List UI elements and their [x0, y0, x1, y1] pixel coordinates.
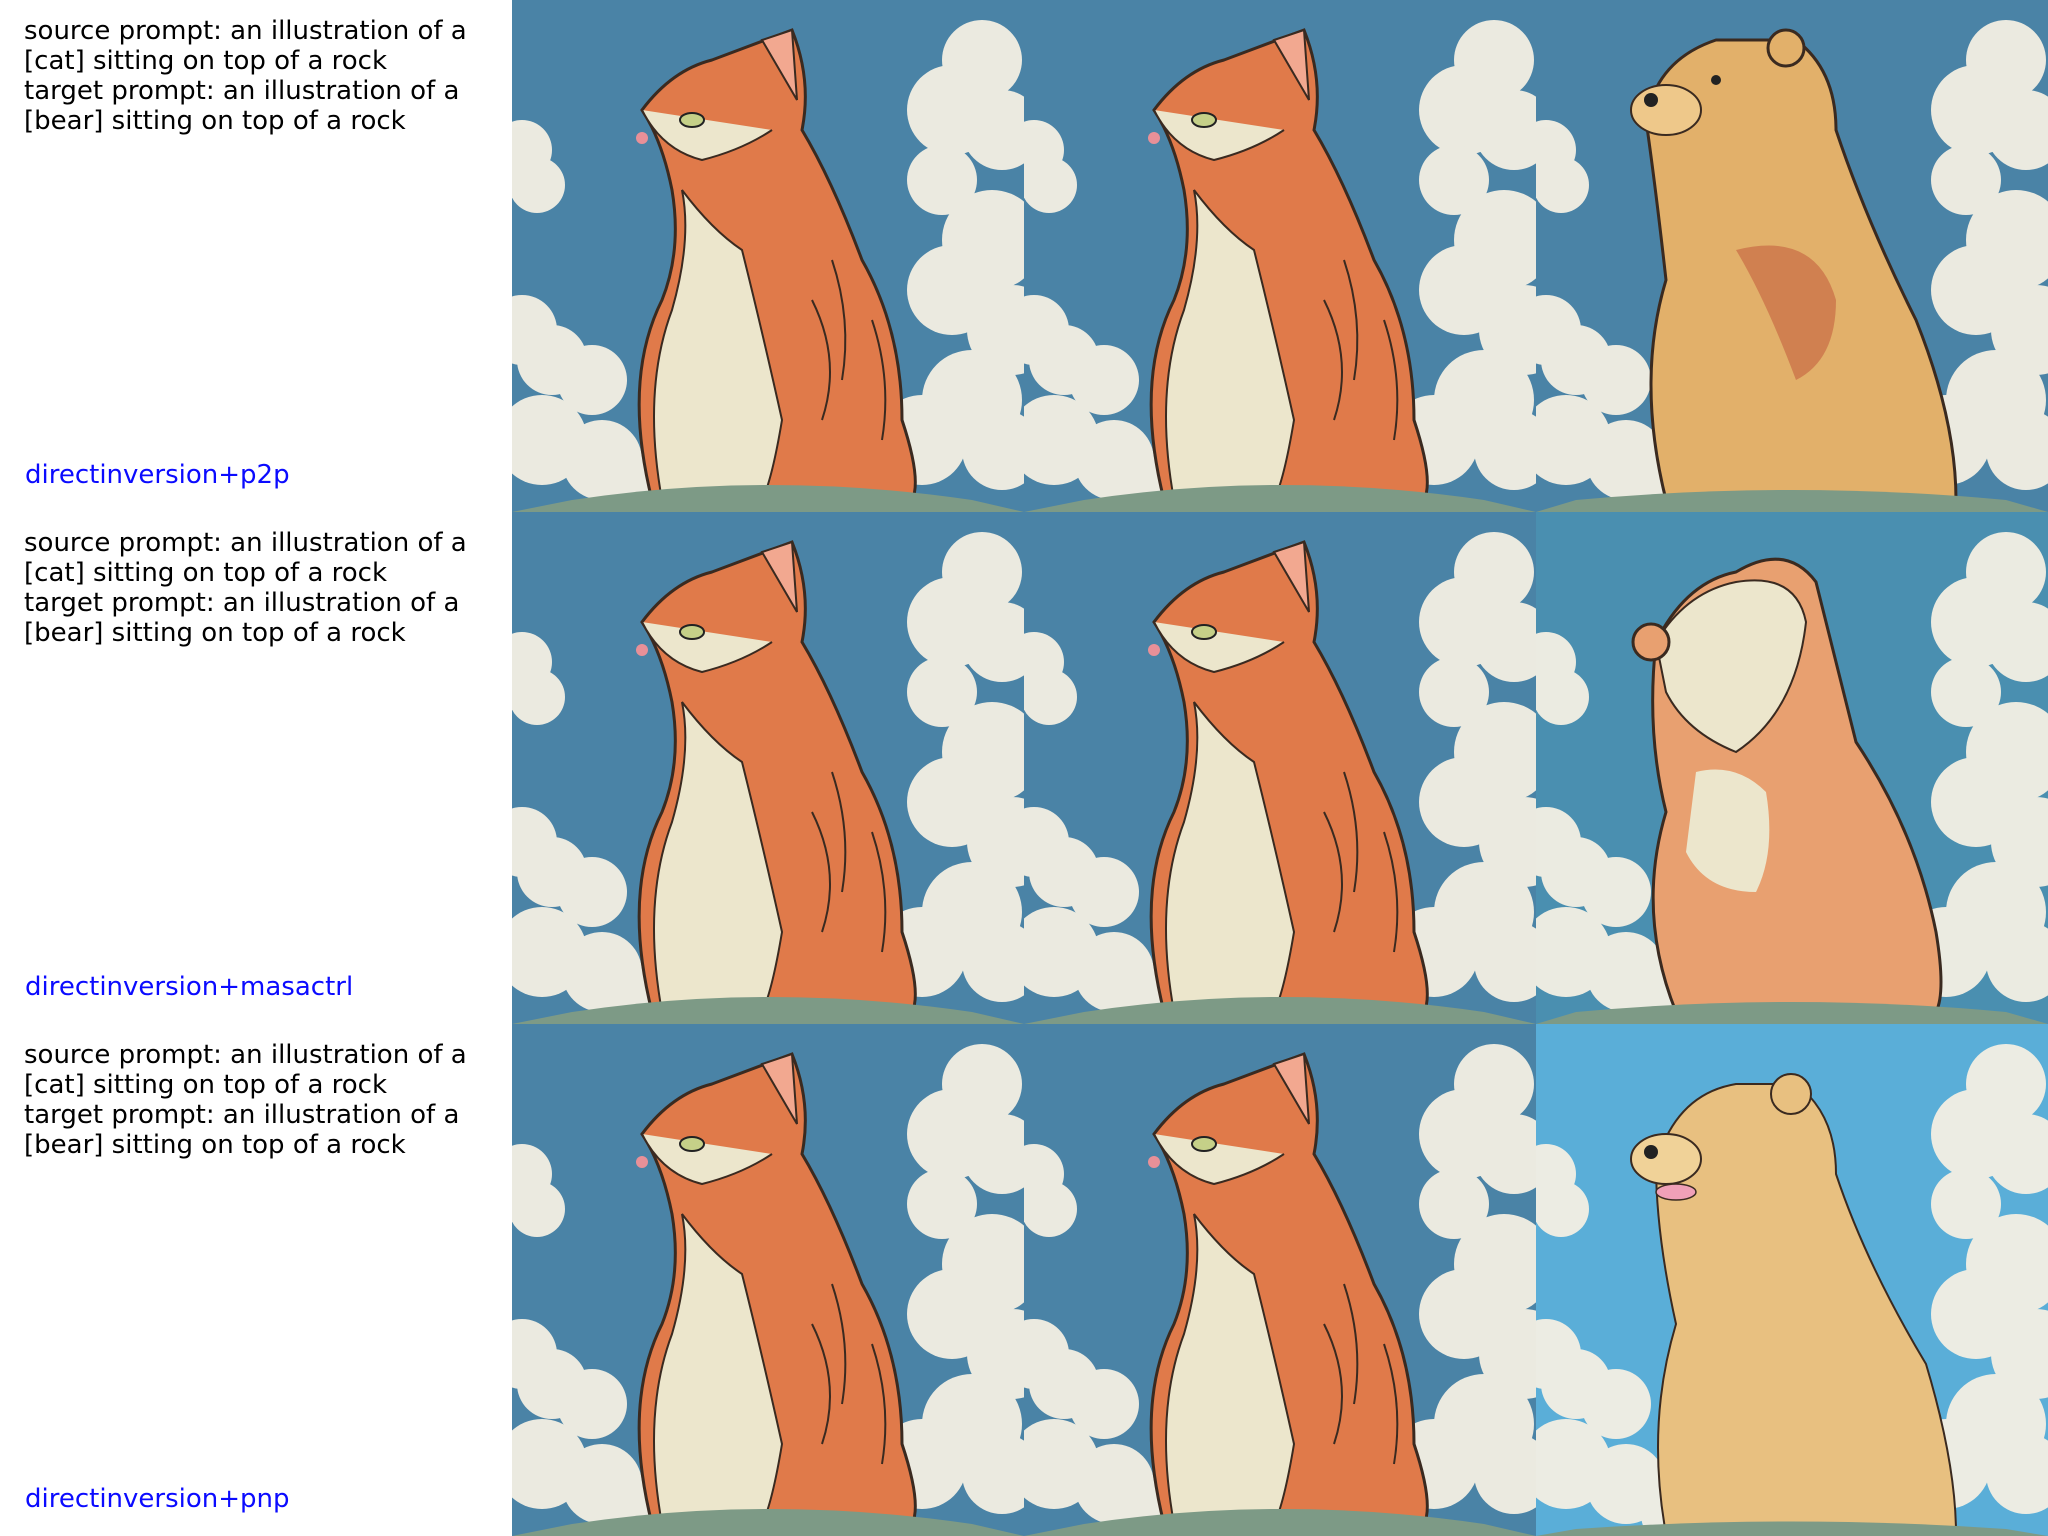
source-cat-image: [512, 512, 1024, 1024]
target-prompt: target prompt: an illustration of a [bea…: [24, 76, 468, 136]
prompt-text: source prompt: an illustration of a [cat…: [24, 1040, 504, 1160]
prompt-text: source prompt: an illustration of a [cat…: [24, 16, 504, 136]
method-label: directinversion+pnp: [25, 1484, 290, 1514]
prompt-text: source prompt: an illustration of a [cat…: [24, 528, 504, 648]
row-label-panel: source prompt: an illustration of a [cat…: [0, 512, 512, 1024]
source-cat-image: [512, 0, 1024, 512]
source-cat-image: [512, 1024, 1024, 1536]
source-prompt: source prompt: an illustration of a [cat…: [24, 1040, 475, 1100]
reconstructed-cat-image: [1024, 1024, 1536, 1536]
reconstructed-cat-image: [1024, 512, 1536, 1024]
source-prompt: source prompt: an illustration of a [cat…: [24, 528, 475, 588]
row-label-panel: source prompt: an illustration of a [cat…: [0, 0, 512, 512]
row-label-panel: source prompt: an illustration of a [cat…: [0, 1024, 512, 1536]
method-label: directinversion+masactrl: [25, 972, 354, 1002]
reconstructed-cat-image: [1024, 0, 1536, 512]
edited-bear-image: [1536, 1024, 2048, 1536]
comparison-row: source prompt: an illustration of a [cat…: [0, 512, 2048, 1024]
comparison-row: source prompt: an illustration of a [cat…: [0, 0, 2048, 512]
source-prompt: source prompt: an illustration of a [cat…: [24, 16, 475, 76]
comparison-row: source prompt: an illustration of a [cat…: [0, 1024, 2048, 1536]
method-label: directinversion+p2p: [25, 460, 290, 490]
target-prompt: target prompt: an illustration of a [bea…: [24, 1100, 468, 1160]
edited-bear-image: [1536, 0, 2048, 512]
target-prompt: target prompt: an illustration of a [bea…: [24, 588, 468, 648]
edited-bear-image: [1536, 512, 2048, 1024]
